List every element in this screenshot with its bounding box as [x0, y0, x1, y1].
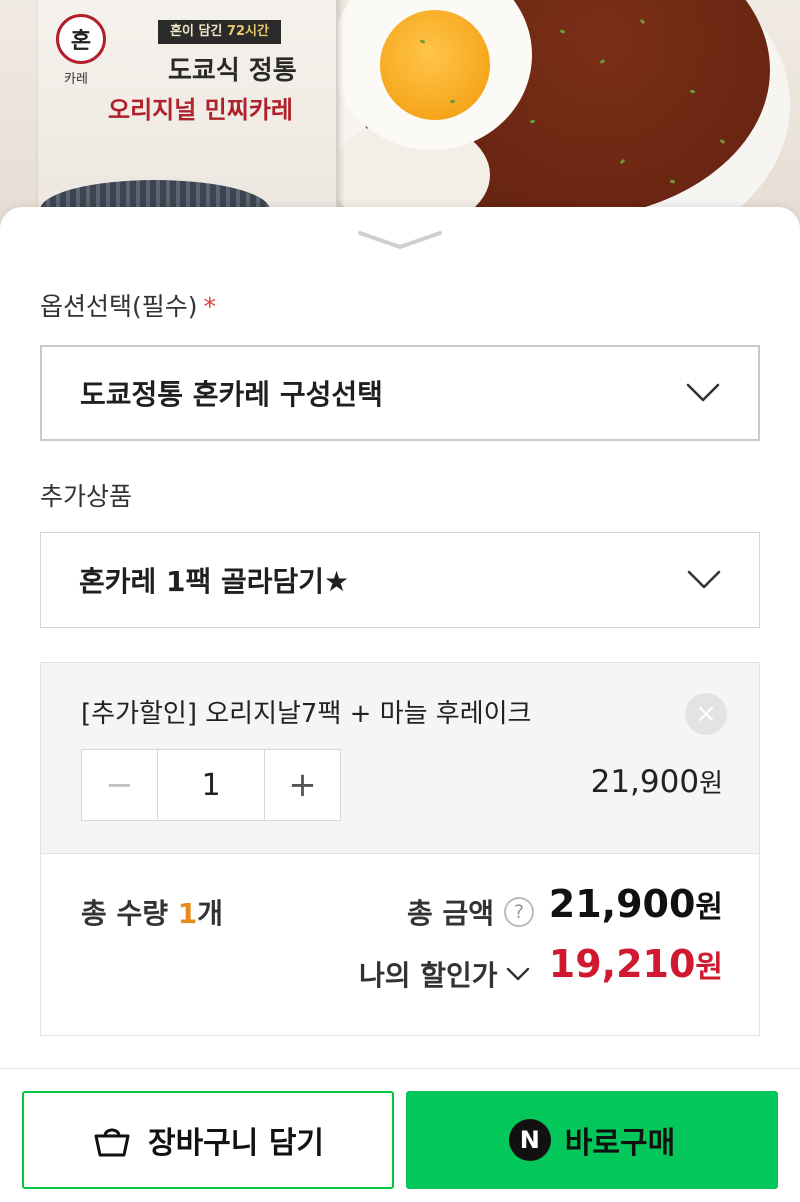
- chevron-down-icon: [358, 231, 442, 249]
- option-sheet: 옵션선택(필수) * 도쿄정통 혼카레 구성선택 추가상품 혼카레 1팩 골라담기…: [0, 207, 800, 1202]
- add-to-cart-label: 장바구니 담기: [147, 1126, 325, 1161]
- pouch-banner: 혼이 담긴 72시간: [158, 20, 281, 44]
- help-icon[interactable]: ?: [504, 897, 535, 927]
- total-amount-label: 총 금액 ?: [407, 892, 535, 932]
- herb-garnish: [689, 89, 696, 94]
- option-select-value: 도쿄정통 혼카레 구성선택: [80, 378, 383, 411]
- my-discount-label: 나의 할인가: [359, 959, 498, 992]
- quantity-stepper: − 1 +: [81, 749, 341, 821]
- discount-price-currency: 원: [695, 950, 723, 985]
- add-to-cart-button[interactable]: 장바구니 담기: [22, 1091, 394, 1189]
- pouch-title-line1: 도쿄식 정통: [168, 56, 297, 86]
- quantity-value[interactable]: 1: [158, 750, 264, 820]
- chevron-down-icon: [506, 967, 529, 981]
- option-select-label-text: 옵션선택(필수): [40, 292, 198, 321]
- brand-name: 카레: [64, 72, 88, 87]
- total-amount: 21,900원: [549, 882, 723, 926]
- item-price-value: 21,900: [590, 764, 700, 800]
- buy-now-label: 바로구매: [564, 1126, 676, 1161]
- product-photo: 혼 카레 혼이 담긴 72시간 도쿄식 정통 오리지널 민찌카레: [0, 0, 800, 230]
- total-quantity-unit: 개: [197, 897, 224, 930]
- order-totals: 총 수량 1개 총 금액 ? 21,900원 나의 할인가 19,210원: [41, 854, 759, 1035]
- addon-select-value: 혼카레 1팩 골라담기★: [79, 565, 350, 598]
- total-quantity-label: 총 수량: [81, 897, 169, 930]
- shopping-basket-icon: [94, 1128, 130, 1157]
- selected-item: [추가할인] 오리지날7팩 + 마늘 후레이크 × − 1 + 21,900원: [41, 663, 759, 854]
- pouch-title-line2: 오리지널 민찌카레: [108, 95, 293, 124]
- buy-now-button[interactable]: N 바로구매: [406, 1091, 778, 1189]
- total-amount-currency: 원: [695, 890, 723, 925]
- chevron-down-icon: [687, 570, 721, 589]
- addon-select-label: 추가상품: [40, 482, 133, 511]
- addon-select-dropdown[interactable]: 혼카레 1팩 골라담기★: [40, 532, 760, 628]
- total-quantity: 총 수량 1개: [81, 892, 223, 932]
- my-discount-toggle[interactable]: 나의 할인가: [359, 954, 530, 994]
- item-price-currency: 원: [699, 769, 723, 799]
- purchase-action-bar: 장바구니 담기 N 바로구매: [0, 1068, 800, 1202]
- option-select-label: 옵션선택(필수) *: [40, 287, 216, 323]
- decrease-quantity-button[interactable]: −: [82, 750, 158, 820]
- pouch-banner-highlight: 72시간: [226, 24, 269, 39]
- option-select-dropdown[interactable]: 도쿄정통 혼카레 구성선택: [40, 345, 760, 441]
- total-quantity-value: 1: [177, 897, 198, 930]
- fried-egg-yolk: [380, 10, 490, 120]
- selected-item-name: [추가할인] 오리지날7팩 + 마늘 후레이크: [81, 699, 532, 729]
- pouch-banner-text: 혼이 담긴: [170, 24, 223, 39]
- discount-price: 19,210원: [549, 942, 723, 986]
- total-amount-value: 21,900: [548, 882, 696, 926]
- remove-item-button[interactable]: ×: [685, 693, 727, 735]
- sheet-collapse-handle[interactable]: [356, 229, 444, 253]
- total-amount-label-text: 총 금액: [407, 897, 495, 930]
- selected-item-price: 21,900원: [591, 763, 723, 800]
- required-mark: *: [203, 292, 217, 321]
- increase-quantity-button[interactable]: +: [264, 750, 340, 820]
- selected-item-box: [추가할인] 오리지날7팩 + 마늘 후레이크 × − 1 + 21,900원 …: [40, 662, 760, 1036]
- brand-logo: 혼: [56, 14, 106, 64]
- chevron-down-icon: [686, 383, 720, 402]
- discount-price-value: 19,210: [548, 942, 696, 986]
- naver-pay-icon: N: [508, 1119, 551, 1161]
